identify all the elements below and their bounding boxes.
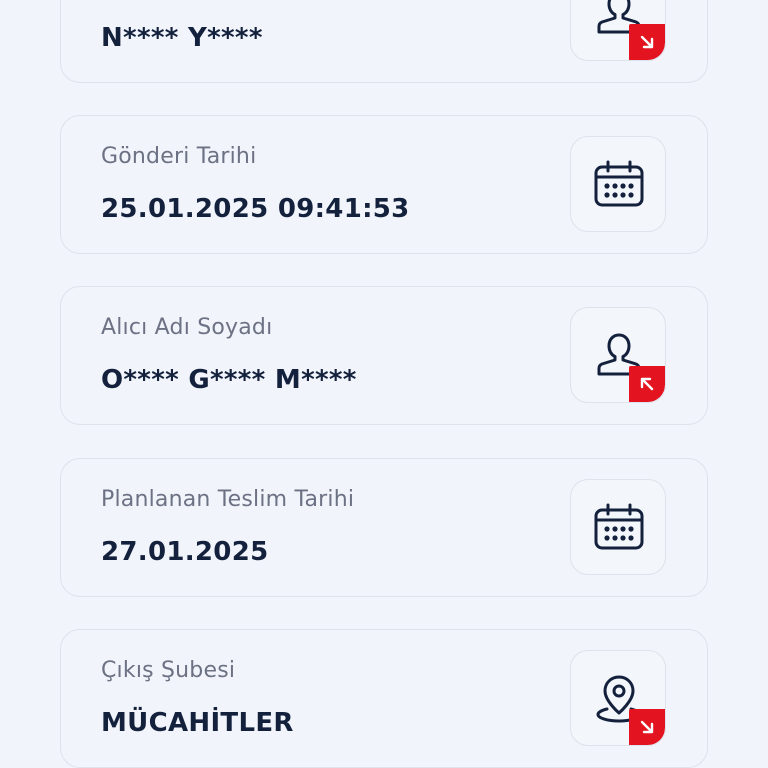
arrow-down-right-icon <box>640 35 654 49</box>
shipment-detail-screen: N**** Y**** Gönderi Tarihi 25.01.2025 09… <box>0 0 768 768</box>
calendar-icon <box>594 503 644 550</box>
departure-branch-badge <box>629 709 665 745</box>
planned-delivery-icon-box <box>570 479 666 575</box>
departure-branch-card: Çıkış Şubesi MÜCAHİTLER <box>60 629 708 768</box>
arrow-down-right-icon <box>640 720 654 734</box>
recipient-name-label: Alıcı Adı Soyadı <box>101 315 273 340</box>
departure-branch-icon-box <box>570 650 666 746</box>
departure-branch-value: MÜCAHİTLER <box>101 708 294 738</box>
shipment-date-card: Gönderi Tarihi 25.01.2025 09:41:53 <box>60 115 708 254</box>
planned-delivery-date-card: Planlanan Teslim Tarihi 27.01.2025 <box>60 458 708 597</box>
recipient-icon-box <box>570 307 666 403</box>
planned-delivery-date-value: 27.01.2025 <box>101 537 269 567</box>
departure-branch-label: Çıkış Şubesi <box>101 658 236 683</box>
sender-name-card: N**** Y**** <box>60 0 708 83</box>
shipment-date-value: 25.01.2025 09:41:53 <box>101 194 410 224</box>
recipient-name-card: Alıcı Adı Soyadı O**** G**** M**** <box>60 286 708 425</box>
planned-delivery-date-label: Planlanan Teslim Tarihi <box>101 487 355 512</box>
shipment-date-label: Gönderi Tarihi <box>101 144 257 169</box>
arrow-up-left-icon <box>640 377 654 391</box>
sender-icon-box <box>570 0 666 61</box>
sender-name-value: N**** Y**** <box>101 23 263 53</box>
recipient-badge <box>629 366 665 402</box>
recipient-name-value: O**** G**** M**** <box>101 365 357 395</box>
sender-badge <box>629 24 665 60</box>
shipment-date-icon-box <box>570 136 666 232</box>
calendar-icon <box>594 160 644 207</box>
